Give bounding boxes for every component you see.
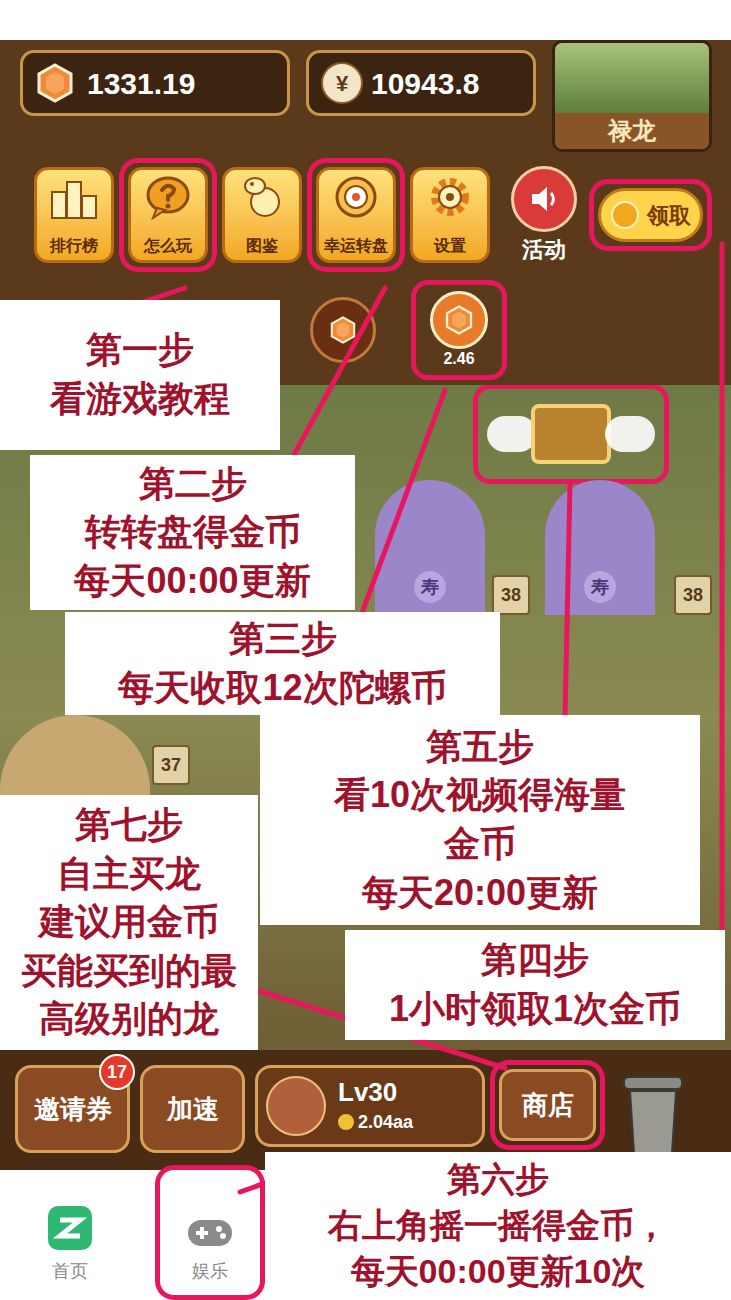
nav-item[interactable]: 首页 bbox=[20, 1170, 120, 1295]
profile-card[interactable]: 禄龙 bbox=[552, 40, 712, 152]
shop-button[interactable]: 商店 bbox=[499, 1069, 596, 1141]
step-note: 第一步看游戏教程 bbox=[0, 300, 280, 450]
dragon-portrait bbox=[555, 43, 709, 113]
level-plate: 38 bbox=[492, 575, 530, 615]
speaker-icon bbox=[527, 182, 561, 216]
gyro-coin[interactable]: 2.46 bbox=[416, 285, 502, 375]
gem-counter: 1331.19 bbox=[20, 50, 290, 116]
step-note: 第七步自主买龙建议用金币买能买到的最高级别的龙 bbox=[0, 795, 258, 1050]
dragon-avatar-icon bbox=[266, 1076, 326, 1136]
step-note: 第四步1小时领取1次金币 bbox=[345, 930, 725, 1040]
coin-icon bbox=[611, 201, 639, 229]
dragon[interactable]: 寿 bbox=[375, 480, 485, 615]
gear-icon bbox=[425, 174, 475, 220]
step-note: 第三步每天收取12次陀螺币 bbox=[65, 612, 500, 715]
step-note: 第五步看10次视频得海量金币每天20:00更新 bbox=[260, 715, 700, 925]
invite-badge: 17 bbox=[99, 1054, 135, 1090]
shop-wrapper[interactable]: 商店 bbox=[495, 1065, 600, 1145]
step-note: 第二步转转盘得金币每天00:00更新 bbox=[30, 455, 355, 610]
gem-icon bbox=[35, 63, 75, 103]
home-logo-icon bbox=[48, 1206, 92, 1250]
step-note: 第六步右上角摇一摇得金币，每天00:00更新10次 bbox=[265, 1152, 731, 1300]
wheel-icon bbox=[331, 174, 381, 220]
dinosaur-icon bbox=[237, 174, 287, 220]
gem-icon bbox=[444, 305, 474, 335]
level-plate: 38 bbox=[674, 575, 712, 615]
money-bag-icon: ¥ bbox=[321, 62, 363, 104]
top-bar: 1331.19¥10943.8禄龙 bbox=[0, 40, 731, 155]
invite-button[interactable]: 邀请券17 bbox=[15, 1065, 130, 1153]
gamepad-icon bbox=[186, 1216, 234, 1250]
speed-button[interactable]: 加速 bbox=[140, 1065, 245, 1153]
toolbar-item[interactable]: 活动 bbox=[500, 162, 588, 268]
level-plate: 37 bbox=[152, 745, 190, 785]
gyro-coin[interactable] bbox=[300, 285, 386, 375]
trash-icon[interactable] bbox=[610, 1065, 695, 1160]
toolbar-item[interactable]: 设置 bbox=[406, 163, 494, 267]
coin-icon bbox=[338, 1114, 354, 1130]
treasure-chest[interactable] bbox=[478, 389, 664, 479]
dragon[interactable]: 寿 bbox=[545, 480, 655, 615]
gem-icon bbox=[329, 316, 357, 344]
podium-icon bbox=[49, 174, 99, 220]
nav-item[interactable]: 娱乐 bbox=[160, 1170, 260, 1295]
toolbar-item[interactable]: 幸运转盘 bbox=[312, 163, 400, 267]
buy-dragon-panel[interactable]: Lv302.04aa bbox=[255, 1065, 485, 1147]
toolbar-item[interactable]: 怎么玩 bbox=[124, 163, 212, 267]
toolbar-item[interactable]: 排行榜 bbox=[30, 163, 118, 267]
toolbar-item[interactable]: 图鉴 bbox=[218, 163, 306, 267]
claim-button[interactable]: 领取 bbox=[598, 188, 703, 242]
toolbar: 排行榜怎么玩图鉴幸运转盘设置活动领取 bbox=[0, 155, 731, 275]
help-bubble-icon bbox=[143, 174, 193, 220]
money-counter: ¥10943.8 bbox=[306, 50, 536, 116]
claim-wrapper[interactable]: 领取 bbox=[594, 184, 707, 246]
